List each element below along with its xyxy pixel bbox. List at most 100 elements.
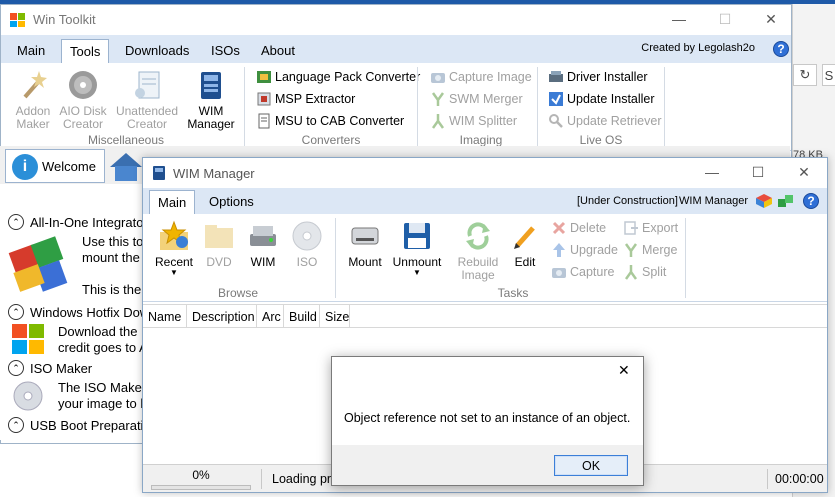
- tasks-group-label: Tasks: [497, 286, 529, 300]
- dialog-close-button[interactable]: ✕: [618, 362, 630, 379]
- recent-dropdown-arrow: ▼: [170, 268, 178, 277]
- rebuild-arrows-icon: [462, 220, 494, 252]
- tab-main[interactable]: Main: [9, 39, 53, 63]
- welcome-content: ⌃ All-In-One Integrator Use this to moun…: [0, 184, 152, 440]
- minimize-button[interactable]: —: [656, 5, 702, 33]
- column-description[interactable]: Description: [187, 305, 257, 328]
- swm-merger-button[interactable]: SWM Merger: [430, 91, 523, 107]
- ok-button[interactable]: OK: [554, 455, 628, 476]
- wim-app-icon: [152, 165, 166, 184]
- merge-icon: [623, 242, 639, 258]
- iso-button[interactable]: ISO: [287, 220, 327, 269]
- wim-splitter-button[interactable]: WIM Splitter: [430, 113, 517, 129]
- capture-button[interactable]: Capture: [551, 264, 614, 280]
- column-name[interactable]: Name: [143, 305, 187, 328]
- addon-maker-button[interactable]: Addon Maker: [9, 69, 57, 131]
- elapsed-time: 00:00:00: [775, 472, 824, 486]
- recent-button[interactable]: Recent ▼: [151, 220, 197, 277]
- dvd-button[interactable]: DVD: [199, 220, 239, 269]
- column-arc[interactable]: Arc: [257, 305, 284, 328]
- mount-button[interactable]: Mount: [343, 220, 387, 269]
- browser-s-button[interactable]: S: [822, 64, 835, 86]
- language-pack-label: Language Pack Converter: [275, 70, 421, 84]
- column-build[interactable]: Build: [284, 305, 320, 328]
- section-aio-title: All-In-One Integrator: [30, 214, 148, 230]
- tab-about[interactable]: About: [253, 39, 303, 63]
- aio-disk-creator-button[interactable]: AIO Disk Creator: [57, 69, 109, 131]
- progress-bar: [151, 485, 251, 490]
- export-button[interactable]: Export: [623, 220, 678, 236]
- section-iso-title: ISO Maker: [30, 360, 93, 376]
- browse-group-label: Browse: [217, 286, 258, 300]
- tab-isos[interactable]: ISOs: [203, 39, 248, 63]
- toolkit-ribbon: Addon Maker AIO Disk Creator Unattended …: [1, 63, 791, 151]
- wim-ribbon: Recent ▼ DVD WIM ISO Browse Mount Unmoun…: [143, 214, 827, 302]
- wim-tab-main[interactable]: Main: [149, 190, 196, 214]
- rebuild-image-button[interactable]: Rebuild Image: [453, 220, 503, 282]
- ribbon-separator: [685, 218, 686, 298]
- wim-app-name: WIM Manager: [679, 195, 749, 207]
- dvd-folder-icon: [203, 220, 235, 252]
- close-button[interactable]: ✕: [748, 5, 794, 33]
- tab-downloads[interactable]: Downloads: [117, 39, 197, 63]
- hotfix-text-2: credit goes to A: [58, 340, 148, 355]
- wim-help-icon[interactable]: ?: [803, 193, 819, 209]
- update-installer-button[interactable]: Update Installer: [548, 91, 655, 107]
- aio-text-1: Use this to: [82, 234, 144, 249]
- star-folder-icon: [158, 220, 190, 252]
- capture-image-label: Capture Image: [449, 70, 532, 84]
- upgrade-button[interactable]: Upgrade: [551, 242, 618, 258]
- iso-text-1: The ISO Maker: [58, 380, 147, 395]
- section-iso-maker[interactable]: ⌃ ISO Maker: [8, 360, 92, 376]
- update-retriever-button[interactable]: Update Retriever: [548, 113, 662, 129]
- colorful-cube-icon[interactable]: [755, 193, 773, 212]
- merge-button[interactable]: Merge: [623, 242, 677, 258]
- section-hotfix-downloader[interactable]: ⌃ Windows Hotfix Dow: [8, 304, 149, 320]
- wim-manager-line2: Manager: [187, 117, 235, 131]
- msp-extractor-button[interactable]: MSP Extractor: [256, 91, 355, 107]
- wim-browse-button[interactable]: WIM: [243, 220, 283, 269]
- maximize-button[interactable]: ☐: [702, 5, 748, 33]
- unattended-line2: Creator: [126, 117, 167, 131]
- upgrade-label: Upgrade: [570, 243, 618, 257]
- wim-close-button[interactable]: ✕: [781, 158, 827, 186]
- status-separator: [261, 469, 262, 489]
- converters-group-label: Converters: [301, 133, 361, 147]
- wim-manager-button[interactable]: WIM Manager: [183, 69, 239, 131]
- info-icon: i: [12, 154, 38, 180]
- wim-tab-bar: Main Options [Under Construction] WIM Ma…: [143, 188, 827, 214]
- unmount-dropdown-arrow: ▼: [413, 268, 421, 277]
- hotfix-text-1: Download the la: [58, 324, 152, 339]
- wim-maximize-button[interactable]: ☐: [735, 158, 781, 186]
- wim-tab-options[interactable]: Options: [201, 190, 262, 214]
- section-usb-boot[interactable]: ⌃ USB Boot Preparatio: [8, 417, 151, 433]
- tab-welcome[interactable]: i Welcome: [5, 149, 105, 183]
- split-label: Split: [642, 265, 667, 279]
- language-pack-converter-button[interactable]: Language Pack Converter: [256, 69, 420, 85]
- unmount-button[interactable]: Unmount ▼: [389, 220, 445, 277]
- section-aio-integrator[interactable]: ⌃ All-In-One Integrator: [8, 214, 148, 230]
- split-button[interactable]: Split: [623, 264, 666, 280]
- wand-icon: [17, 69, 49, 101]
- wim-splitter-label: WIM Splitter: [449, 114, 518, 128]
- msu-to-cab-label: MSU to CAB Converter: [275, 114, 405, 128]
- iso-disc-icon: [12, 380, 44, 415]
- green-cubes-icon[interactable]: [777, 193, 795, 212]
- home-icon[interactable]: [108, 149, 144, 183]
- liveos-group-label: Live OS: [579, 133, 623, 147]
- help-icon[interactable]: ?: [773, 41, 789, 57]
- msu-to-cab-converter-button[interactable]: MSU to CAB Converter: [256, 113, 404, 129]
- column-size[interactable]: Size: [320, 305, 350, 328]
- toolkit-tab-bar: Main Tools Downloads ISOs About Created …: [1, 35, 791, 63]
- edit-button[interactable]: Edit: [507, 220, 543, 269]
- unattended-creator-button[interactable]: Unattended Creator: [111, 69, 183, 131]
- created-by-text: Created by Legolash2o: [641, 42, 755, 54]
- driver-installer-button[interactable]: Driver Installer: [548, 69, 648, 85]
- export-icon: [623, 220, 639, 236]
- refresh-icon[interactable]: ↻: [793, 64, 817, 86]
- wim-minimize-button[interactable]: —: [689, 158, 735, 186]
- capture-image-button[interactable]: Capture Image: [430, 69, 532, 85]
- imaging-group-label: Imaging: [459, 133, 503, 147]
- delete-button[interactable]: Delete: [551, 220, 606, 236]
- tab-tools[interactable]: Tools: [61, 39, 110, 63]
